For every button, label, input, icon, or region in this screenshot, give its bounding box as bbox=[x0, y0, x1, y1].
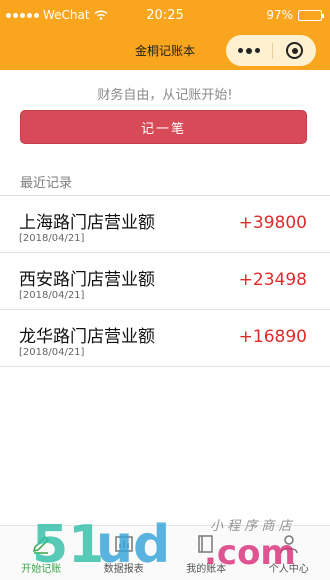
record-date: [2018/04/21] bbox=[19, 233, 85, 244]
record-amount: +23498 bbox=[238, 270, 307, 290]
record-row[interactable]: 西安路门店营业额 [2018/04/21] +23498 bbox=[0, 253, 330, 310]
nav-bar: 金桐记账本 bbox=[0, 34, 330, 70]
record-name: 西安路门店营业额 bbox=[19, 270, 155, 290]
record-row[interactable]: 上海路门店营业额 [2018/04/21] +39800 bbox=[0, 196, 330, 253]
status-bar: WeChat 20:25 97% bbox=[0, 0, 330, 34]
recent-records-title: 最近记录 bbox=[20, 176, 73, 191]
status-right: 97% bbox=[266, 8, 324, 22]
record-entry-button[interactable]: 记一笔 bbox=[20, 110, 307, 144]
pencil-icon bbox=[33, 535, 50, 554]
record-amount: +16890 bbox=[238, 327, 307, 347]
record-date: [2018/04/21] bbox=[19, 347, 85, 358]
tab-label: 开始记账 bbox=[21, 564, 62, 575]
battery-icon bbox=[298, 9, 324, 21]
battery-percent: 97% bbox=[266, 8, 293, 22]
mini-program-capsule bbox=[226, 35, 316, 66]
record-name: 龙华路门店营业额 bbox=[19, 327, 155, 347]
tab-personal-center[interactable]: 个人中心 bbox=[248, 526, 330, 580]
record-date: [2018/04/21] bbox=[19, 290, 85, 301]
close-mini-program-button[interactable] bbox=[273, 42, 316, 59]
tab-data-report[interactable]: 数据报表 bbox=[83, 526, 166, 580]
tab-my-ledger[interactable]: 我的账本 bbox=[165, 526, 248, 580]
tab-label: 个人中心 bbox=[268, 564, 309, 575]
tab-start-recording[interactable]: 开始记账 bbox=[0, 526, 83, 580]
record-amount: +39800 bbox=[238, 213, 307, 233]
records-list: 上海路门店营业额 [2018/04/21] +39800 西安路门店营业额 [2… bbox=[0, 196, 330, 367]
slogan-text: 财务自由，从记账开始! bbox=[97, 88, 233, 103]
tab-bar: 开始记账 数据报表 我的账本 个人中心 bbox=[0, 525, 330, 580]
tab-label: 我的账本 bbox=[186, 564, 227, 575]
book-icon bbox=[198, 535, 213, 553]
user-icon bbox=[280, 535, 298, 554]
more-menu-icon[interactable] bbox=[226, 35, 272, 66]
tab-label: 数据报表 bbox=[103, 564, 144, 575]
record-name: 上海路门店营业额 bbox=[19, 213, 155, 233]
close-target-icon bbox=[286, 42, 303, 59]
chart-icon bbox=[115, 536, 133, 552]
record-row[interactable]: 龙华路门店营业额 [2018/04/21] +16890 bbox=[0, 310, 330, 367]
